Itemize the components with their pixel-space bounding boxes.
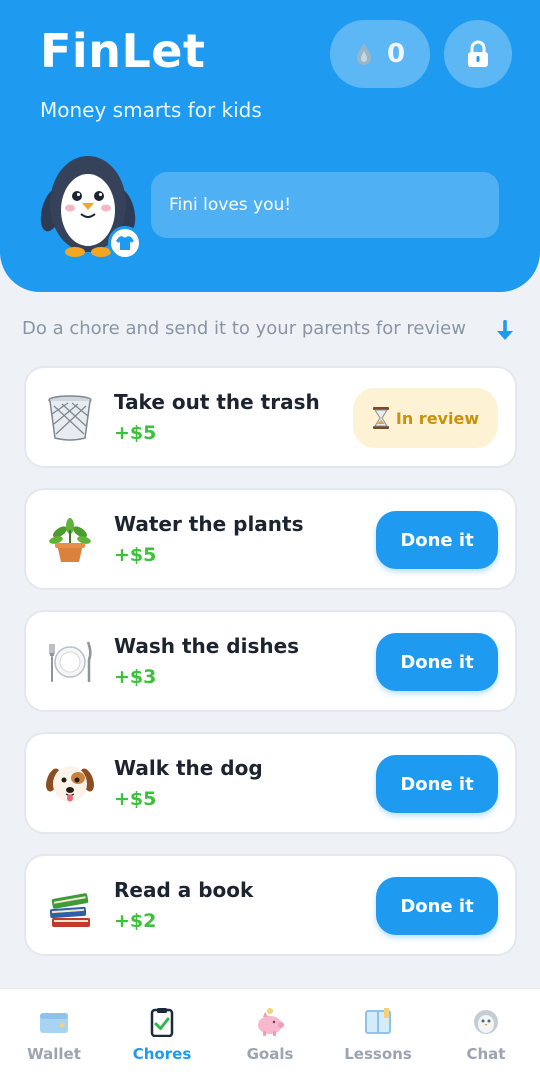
book-icon (365, 1008, 391, 1034)
chore-reward: +$5 (114, 422, 157, 444)
nav-item-chores[interactable]: Chores (108, 989, 216, 1086)
arrow-down-icon (497, 320, 513, 340)
shirt-icon (116, 236, 134, 250)
chore-name: Wash the dishes (114, 634, 300, 658)
nav-label: Chat (466, 1045, 506, 1063)
clipboard-check-icon (150, 1008, 174, 1037)
mascot-chat-icon (474, 1010, 498, 1034)
speech-bubble: Fini loves you! (151, 172, 499, 238)
coin-count: 0 (386, 39, 406, 69)
piggy-bank-icon (258, 1008, 284, 1036)
app-title: FinLet (40, 24, 206, 78)
chore-name: Take out the trash (114, 390, 320, 414)
app-subtitle: Money smarts for kids (40, 98, 262, 122)
chore-reward: +$5 (114, 788, 157, 810)
instruction-text: Do a chore and send it to your parents f… (22, 318, 466, 339)
chore-name: Water the plants (114, 512, 304, 536)
nav-label: Goals (246, 1045, 294, 1063)
nav-item-lessons[interactable]: Lessons (324, 989, 432, 1086)
chore-name: Read a book (114, 878, 254, 902)
chore-reward: +$3 (114, 666, 157, 688)
coin-counter[interactable]: 0 (330, 20, 430, 88)
wallet-icon (40, 1013, 68, 1033)
plate-cutlery-icon (49, 641, 92, 682)
nav-label: Chores (132, 1045, 192, 1063)
done-it-button[interactable]: Done it (376, 877, 498, 935)
nav-item-goals[interactable]: Goals (216, 989, 324, 1086)
bottom-nav: Wallet Chores Goals Lessons Chat (0, 988, 540, 1086)
chore-card: Take out the trash +$5 In review (24, 366, 517, 468)
chore-card: Walk the dog +$5 Done it (24, 732, 517, 834)
hourglass-icon (372, 407, 389, 429)
nav-label: Lessons (344, 1045, 412, 1063)
wastebasket-icon (48, 395, 92, 441)
chore-reward: +$5 (114, 544, 157, 566)
nav-label: Wallet (27, 1045, 81, 1063)
nav-item-chat[interactable]: Chat (432, 989, 540, 1086)
chore-reward: +$2 (114, 910, 157, 932)
done-it-button[interactable]: Done it (376, 633, 498, 691)
outfit-button[interactable] (108, 226, 142, 260)
books-icon (49, 893, 90, 927)
chore-card: Water the plants +$5 Done it (24, 488, 517, 590)
drop-icon (356, 43, 371, 65)
chore-card: Wash the dishes +$3 Done it (24, 610, 517, 712)
dog-face-icon (46, 766, 94, 802)
lock-icon (468, 40, 488, 67)
lock-button[interactable] (444, 20, 512, 88)
header: FinLet Money smarts for kids 0 Fini love… (0, 0, 540, 292)
chore-name: Walk the dog (114, 756, 263, 780)
done-it-button[interactable]: Done it (376, 511, 498, 569)
done-it-button[interactable]: Done it (376, 755, 498, 813)
nav-item-wallet[interactable]: Wallet (0, 989, 108, 1086)
in-review-badge: In review (353, 388, 498, 448)
in-review-label: In review (395, 408, 480, 428)
potted-plant-icon (49, 518, 91, 562)
chore-card: Read a book +$2 Done it (24, 854, 517, 956)
